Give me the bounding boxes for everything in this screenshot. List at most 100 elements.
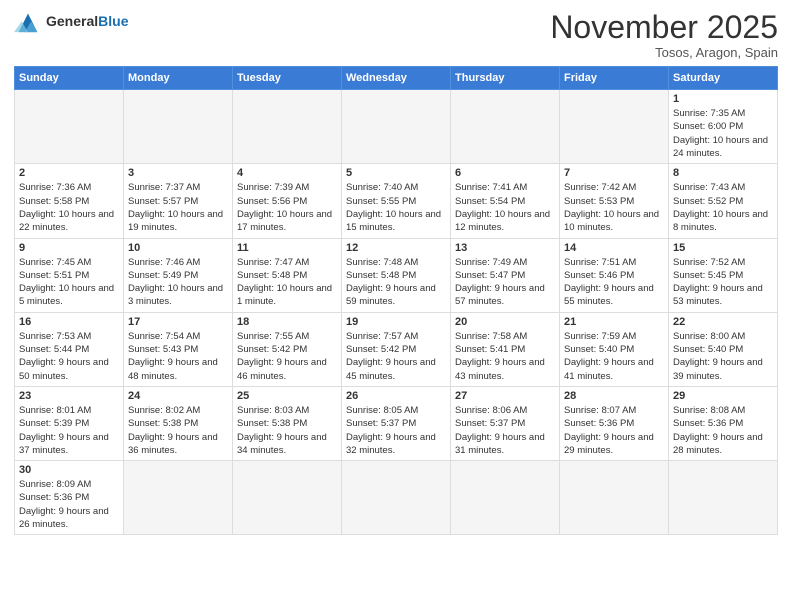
cell-day-number: 14 [564,242,664,254]
cell-sun-info: Sunrise: 7:35 AM Sunset: 6:00 PM Dayligh… [673,107,773,160]
cell-day-number: 21 [564,316,664,328]
calendar-cell [124,461,233,535]
cell-day-number: 9 [19,242,119,254]
cell-sun-info: Sunrise: 7:48 AM Sunset: 5:48 PM Dayligh… [346,256,446,309]
cell-day-number: 3 [128,167,228,179]
cell-sun-info: Sunrise: 7:59 AM Sunset: 5:40 PM Dayligh… [564,330,664,383]
calendar-body: 1 Sunrise: 7:35 AM Sunset: 6:00 PM Daylig… [15,90,778,535]
cell-sun-info: Sunrise: 8:02 AM Sunset: 5:38 PM Dayligh… [128,404,228,457]
calendar-cell [124,90,233,164]
calendar-cell [560,90,669,164]
weekday-friday: Friday [560,67,669,90]
calendar-header: SundayMondayTuesdayWednesdayThursdayFrid… [15,67,778,90]
page: GeneralBlue November 2025 Tosos, Aragon,… [0,0,792,612]
cell-sun-info: Sunrise: 7:43 AM Sunset: 5:52 PM Dayligh… [673,181,773,234]
cell-day-number: 28 [564,390,664,402]
calendar-cell: 28 Sunrise: 8:07 AM Sunset: 5:36 PM Dayli… [560,386,669,460]
calendar-cell [669,461,778,535]
calendar-cell: 9 Sunrise: 7:45 AM Sunset: 5:51 PM Daylig… [15,238,124,312]
cell-day-number: 1 [673,93,773,105]
calendar-cell: 5 Sunrise: 7:40 AM Sunset: 5:55 PM Daylig… [342,164,451,238]
calendar-cell: 16Sunrise: 7:53 AM Sunset: 5:44 PM Dayli… [15,312,124,386]
cell-sun-info: Sunrise: 7:49 AM Sunset: 5:47 PM Dayligh… [455,256,555,309]
calendar-cell: 4 Sunrise: 7:39 AM Sunset: 5:56 PM Daylig… [233,164,342,238]
calendar-week-0: 1 Sunrise: 7:35 AM Sunset: 6:00 PM Daylig… [15,90,778,164]
cell-sun-info: Sunrise: 7:41 AM Sunset: 5:54 PM Dayligh… [455,181,555,234]
calendar-cell: 23 Sunrise: 8:01 AM Sunset: 5:39 PM Dayli… [15,386,124,460]
cell-sun-info: Sunrise: 8:05 AM Sunset: 5:37 PM Dayligh… [346,404,446,457]
cell-day-number: 24 [128,390,228,402]
cell-sun-info: Sunrise: 7:58 AM Sunset: 5:41 PM Dayligh… [455,330,555,383]
cell-sun-info: Sunrise: 7:52 AM Sunset: 5:45 PM Dayligh… [673,256,773,309]
cell-day-number: 17 [128,316,228,328]
cell-sun-info: Sunrise: 7:45 AM Sunset: 5:51 PM Dayligh… [19,256,119,309]
cell-sun-info: Sunrise: 8:08 AM Sunset: 5:36 PM Dayligh… [673,404,773,457]
cell-day-number: 4 [237,167,337,179]
calendar-cell: 21 Sunrise: 7:59 AM Sunset: 5:40 PM Dayli… [560,312,669,386]
cell-sun-info: Sunrise: 8:01 AM Sunset: 5:39 PM Dayligh… [19,404,119,457]
cell-day-number: 12 [346,242,446,254]
calendar-cell: 11Sunrise: 7:47 AM Sunset: 5:48 PM Dayli… [233,238,342,312]
logo-icon [14,10,42,34]
month-title: November 2025 [550,10,778,45]
calendar-cell: 3 Sunrise: 7:37 AM Sunset: 5:57 PM Daylig… [124,164,233,238]
cell-day-number: 20 [455,316,555,328]
header: GeneralBlue November 2025 Tosos, Aragon,… [14,10,778,60]
weekday-sunday: Sunday [15,67,124,90]
cell-day-number: 11 [237,242,337,254]
cell-sun-info: Sunrise: 7:55 AM Sunset: 5:42 PM Dayligh… [237,330,337,383]
calendar-cell: 13Sunrise: 7:49 AM Sunset: 5:47 PM Dayli… [451,238,560,312]
cell-sun-info: Sunrise: 8:06 AM Sunset: 5:37 PM Dayligh… [455,404,555,457]
calendar-cell: 15 Sunrise: 7:52 AM Sunset: 5:45 PM Dayli… [669,238,778,312]
calendar-cell: 12 Sunrise: 7:48 AM Sunset: 5:48 PM Dayli… [342,238,451,312]
calendar-cell: 24 Sunrise: 8:02 AM Sunset: 5:38 PM Dayli… [124,386,233,460]
cell-sun-info: Sunrise: 8:03 AM Sunset: 5:38 PM Dayligh… [237,404,337,457]
cell-sun-info: Sunrise: 7:54 AM Sunset: 5:43 PM Dayligh… [128,330,228,383]
calendar-week-1: 2 Sunrise: 7:36 AM Sunset: 5:58 PM Daylig… [15,164,778,238]
cell-day-number: 15 [673,242,773,254]
calendar-cell: 30Sunrise: 8:09 AM Sunset: 5:36 PM Dayli… [15,461,124,535]
cell-day-number: 30 [19,464,119,476]
cell-sun-info: Sunrise: 7:39 AM Sunset: 5:56 PM Dayligh… [237,181,337,234]
cell-sun-info: Sunrise: 8:07 AM Sunset: 5:36 PM Dayligh… [564,404,664,457]
calendar-cell: 17 Sunrise: 7:54 AM Sunset: 5:43 PM Dayli… [124,312,233,386]
calendar-cell [342,461,451,535]
calendar-cell: 6 Sunrise: 7:41 AM Sunset: 5:54 PM Daylig… [451,164,560,238]
cell-day-number: 5 [346,167,446,179]
calendar-cell: 8 Sunrise: 7:43 AM Sunset: 5:52 PM Daylig… [669,164,778,238]
calendar-cell [451,461,560,535]
title-block: November 2025 Tosos, Aragon, Spain [550,10,778,60]
calendar: SundayMondayTuesdayWednesdayThursdayFrid… [14,66,778,535]
calendar-cell [233,90,342,164]
cell-sun-info: Sunrise: 7:36 AM Sunset: 5:58 PM Dayligh… [19,181,119,234]
calendar-cell: 14Sunrise: 7:51 AM Sunset: 5:46 PM Dayli… [560,238,669,312]
weekday-wednesday: Wednesday [342,67,451,90]
weekday-monday: Monday [124,67,233,90]
logo: GeneralBlue [14,10,128,34]
cell-sun-info: Sunrise: 7:46 AM Sunset: 5:49 PM Dayligh… [128,256,228,309]
calendar-week-3: 16Sunrise: 7:53 AM Sunset: 5:44 PM Dayli… [15,312,778,386]
calendar-cell [451,90,560,164]
calendar-cell: 1 Sunrise: 7:35 AM Sunset: 6:00 PM Daylig… [669,90,778,164]
cell-day-number: 23 [19,390,119,402]
calendar-week-5: 30Sunrise: 8:09 AM Sunset: 5:36 PM Dayli… [15,461,778,535]
cell-day-number: 8 [673,167,773,179]
location: Tosos, Aragon, Spain [550,45,778,60]
cell-day-number: 22 [673,316,773,328]
weekday-tuesday: Tuesday [233,67,342,90]
cell-day-number: 29 [673,390,773,402]
weekday-header-row: SundayMondayTuesdayWednesdayThursdayFrid… [15,67,778,90]
cell-day-number: 19 [346,316,446,328]
cell-day-number: 6 [455,167,555,179]
calendar-cell: 26Sunrise: 8:05 AM Sunset: 5:37 PM Dayli… [342,386,451,460]
weekday-thursday: Thursday [451,67,560,90]
calendar-cell: 19 Sunrise: 7:57 AM Sunset: 5:42 PM Dayli… [342,312,451,386]
calendar-cell [15,90,124,164]
cell-day-number: 2 [19,167,119,179]
cell-sun-info: Sunrise: 7:57 AM Sunset: 5:42 PM Dayligh… [346,330,446,383]
calendar-cell: 25Sunrise: 8:03 AM Sunset: 5:38 PM Dayli… [233,386,342,460]
cell-sun-info: Sunrise: 7:40 AM Sunset: 5:55 PM Dayligh… [346,181,446,234]
cell-sun-info: Sunrise: 7:37 AM Sunset: 5:57 PM Dayligh… [128,181,228,234]
calendar-cell: 29 Sunrise: 8:08 AM Sunset: 5:36 PM Dayli… [669,386,778,460]
calendar-cell: 2 Sunrise: 7:36 AM Sunset: 5:58 PM Daylig… [15,164,124,238]
